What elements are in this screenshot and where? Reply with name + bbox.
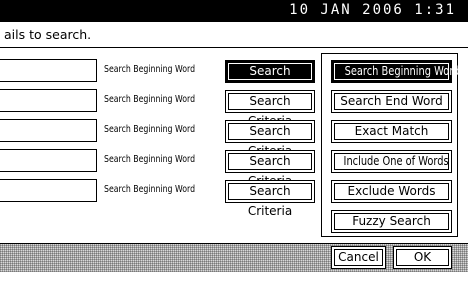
option-search-beginning-word[interactable]: Search Beginning Word <box>331 60 459 83</box>
option-exclude-words[interactable]: Exclude Words <box>331 180 452 203</box>
status-bar: 10 JAN 2006 1:31 <box>0 0 468 22</box>
search-mode-label-1: Search Beginning Word <box>104 64 196 75</box>
search-criteria-button-2[interactable]: Search Criteria <box>225 90 315 128</box>
option-label: Search End Word <box>340 94 443 108</box>
search-criteria-button-5[interactable]: Search Criteria <box>225 180 315 218</box>
search-keyword-field-3[interactable] <box>0 119 97 142</box>
option-fuzzy-search[interactable]: Fuzzy Search <box>331 210 452 233</box>
ok-button-label: OK <box>413 250 432 264</box>
cancel-button-label: Cancel <box>338 250 379 264</box>
instruction-text: ails to search. <box>4 27 92 42</box>
search-mode-label-2: Search Beginning Word <box>104 94 196 105</box>
search-mode-label-3: Search Beginning Word <box>104 124 196 135</box>
search-mode-label-5: Search Beginning Word <box>104 184 196 195</box>
search-criteria-button-4[interactable]: Search Criteria <box>225 150 315 188</box>
divider <box>0 47 468 48</box>
option-search-end-word[interactable]: Search End Word <box>331 90 452 113</box>
cancel-button[interactable]: Cancel <box>331 246 386 269</box>
search-mode-label-4: Search Beginning Word <box>104 154 196 165</box>
option-label: Include One of Words <box>343 154 449 168</box>
option-label: Exclude Words <box>347 184 436 198</box>
date-time-display: 10 JAN 2006 1:31 <box>289 2 456 18</box>
option-exact-match[interactable]: Exact Match <box>331 120 452 143</box>
search-keyword-field-4[interactable] <box>0 149 97 172</box>
option-label: Fuzzy Search <box>352 214 431 228</box>
search-criteria-button-3[interactable]: Search Criteria <box>225 120 315 158</box>
option-include-one-of-words[interactable]: Include One of Words <box>331 150 452 173</box>
search-criteria-button-1[interactable]: Search Criteria <box>225 60 315 98</box>
search-keyword-field-5[interactable] <box>0 179 97 202</box>
search-keyword-field-2[interactable] <box>0 89 97 112</box>
ok-button[interactable]: OK <box>393 246 452 269</box>
search-criteria-button-label: Search Criteria <box>247 184 293 218</box>
search-keyword-field-1[interactable] <box>0 59 97 82</box>
option-label: Exact Match <box>354 124 429 138</box>
option-label: Search Beginning Word <box>344 64 460 78</box>
